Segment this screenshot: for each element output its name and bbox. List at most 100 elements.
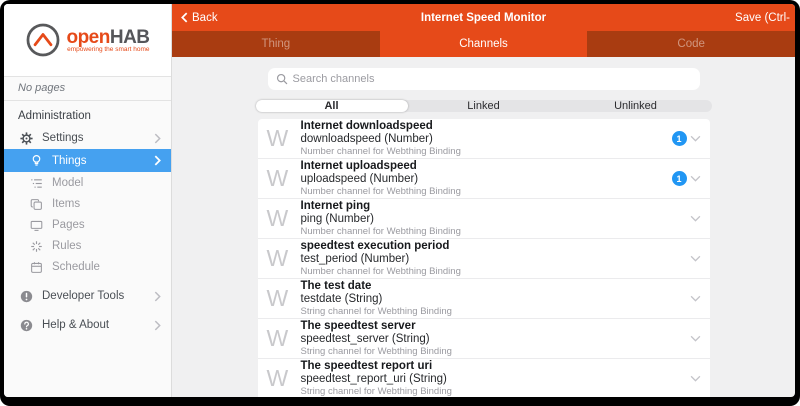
sidebar-item-things[interactable]: Things (4, 149, 171, 172)
channel-text: The speedtest report uri speedtest_repor… (301, 360, 690, 397)
save-button[interactable]: Save (Ctrl- (735, 12, 790, 24)
channel-title: The speedtest report uri (301, 360, 690, 373)
search-icon (276, 73, 288, 85)
channel-row-ping[interactable]: W Internet ping ping (Number) Number cha… (258, 199, 710, 239)
channel-description: String channel for Webthing Binding (301, 386, 690, 397)
sidebar-item-label: Things (52, 155, 87, 167)
channel-id: testdate (String) (301, 293, 690, 306)
tab-code[interactable]: Code (587, 31, 795, 57)
administration-section-label: Administration (4, 101, 171, 127)
chevron-down-icon (690, 295, 701, 302)
chevron-down-icon (690, 215, 701, 222)
page-title: Internet Speed Monitor (172, 12, 795, 24)
brand-hab: HAB (110, 28, 150, 48)
sidebar-menu: Settings Things (4, 127, 171, 336)
channel-text: Internet ping ping (Number) Number chann… (301, 200, 690, 237)
tab-bar: Thing Channels Code (172, 31, 795, 57)
logo-area: openHAB empowering the smart home (4, 4, 171, 76)
no-pages-label: No pages (4, 76, 171, 101)
channel-id: speedtest_server (String) (301, 333, 690, 346)
channel-id: uploadspeed (Number) (301, 173, 672, 186)
channel-text: speedtest execution period test_period (… (301, 240, 690, 277)
sidebar-item-label: Pages (52, 219, 85, 231)
binding-letter-icon: W (267, 327, 294, 350)
chevron-down-icon (690, 335, 701, 342)
filter-unlinked[interactable]: Unlinked (560, 100, 712, 112)
channel-row-test-period[interactable]: W speedtest execution period test_period… (258, 239, 710, 279)
filter-all[interactable]: All (256, 100, 408, 112)
sidebar: openHAB empowering the smart home No pag… (4, 4, 172, 397)
channel-title: Internet downloadspeed (301, 120, 672, 133)
sidebar-item-settings[interactable]: Settings (4, 128, 171, 148)
back-label: Back (192, 12, 218, 24)
chevron-right-icon (154, 291, 161, 302)
channel-description: String channel for Webthing Binding (301, 346, 690, 357)
sidebar-item-developer-tools[interactable]: Developer Tools (4, 286, 171, 306)
openhab-logo: openHAB empowering the smart home (25, 22, 149, 58)
linked-count-badge: 1 (672, 171, 687, 186)
channel-row-uploadspeed[interactable]: W Internet uploadspeed uploadspeed (Numb… (258, 159, 710, 199)
sidebar-item-label: Developer Tools (42, 290, 124, 302)
channel-title: Internet uploadspeed (301, 160, 672, 173)
channel-list: W Internet downloadspeed downloadspeed (… (258, 119, 710, 397)
sidebar-item-label: Settings (42, 132, 84, 144)
sidebar-item-label: Model (52, 177, 83, 189)
sidebar-item-pages[interactable]: Pages (4, 215, 171, 235)
sidebar-item-label: Help & About (42, 319, 109, 331)
brand-text: openHAB empowering the smart home (66, 28, 149, 53)
chevron-right-icon (154, 320, 161, 331)
sidebar-item-label: Schedule (52, 261, 100, 273)
channel-id: speedtest_report_uri (String) (301, 373, 690, 386)
channels-content: All Linked Unlinked W Internet downloads… (172, 57, 795, 397)
tab-thing[interactable]: Thing (172, 31, 380, 57)
channel-description: Number channel for Webthing Binding (301, 226, 690, 237)
top-navbar: Back Internet Speed Monitor Save (Ctrl- (172, 4, 795, 31)
search-bar (268, 68, 700, 90)
channel-row-testdate[interactable]: W The test date testdate (String) String… (258, 279, 710, 319)
search-input[interactable] (293, 73, 692, 85)
channel-description: Number channel for Webthing Binding (301, 186, 672, 197)
channel-description: Number channel for Webthing Binding (301, 146, 672, 157)
sparkle-icon (29, 240, 43, 253)
filter-segmented-control: All Linked Unlinked (256, 100, 712, 112)
sidebar-item-rules[interactable]: Rules (4, 236, 171, 256)
channel-id: ping (Number) (301, 213, 690, 226)
main-panel: Back Internet Speed Monitor Save (Ctrl- … (172, 4, 795, 397)
filter-linked[interactable]: Linked (408, 100, 560, 112)
copy-squares-icon (29, 198, 43, 211)
channel-title: speedtest execution period (301, 240, 690, 253)
sidebar-item-label: Items (52, 198, 80, 210)
gear-icon (19, 132, 33, 145)
openhab-app: openHAB empowering the smart home No pag… (4, 4, 795, 397)
channel-title: Internet ping (301, 200, 690, 213)
sidebar-item-schedule[interactable]: Schedule (4, 257, 171, 277)
binding-letter-icon: W (267, 167, 294, 190)
back-button[interactable]: Back (181, 12, 218, 24)
channel-text: The test date testdate (String) String c… (301, 280, 690, 317)
brand-tagline: empowering the smart home (66, 46, 149, 53)
chevron-down-icon (690, 135, 701, 142)
channel-row-speedtest-report-uri[interactable]: W The speedtest report uri speedtest_rep… (258, 359, 710, 397)
lightbulb-icon (29, 154, 43, 167)
sidebar-item-help-about[interactable]: Help & About (4, 315, 171, 335)
chevron-down-icon (690, 255, 701, 262)
tab-channels[interactable]: Channels (380, 31, 588, 57)
monitor-icon (29, 219, 43, 232)
channel-text: Internet downloadspeed downloadspeed (Nu… (301, 120, 672, 157)
channel-row-speedtest-server[interactable]: W The speedtest server speedtest_server … (258, 319, 710, 359)
window-frame: openHAB empowering the smart home No pag… (0, 0, 800, 406)
channel-id: test_period (Number) (301, 253, 690, 266)
question-circle-icon (19, 319, 33, 332)
exclamation-circle-icon (19, 290, 33, 303)
channel-description: Number channel for Webthing Binding (301, 266, 690, 277)
openhab-logo-icon (25, 22, 61, 58)
binding-letter-icon: W (267, 367, 294, 390)
chevron-right-icon (154, 155, 161, 166)
chevron-right-icon (154, 133, 161, 144)
binding-letter-icon: W (267, 207, 294, 230)
channel-text: The speedtest server speedtest_server (S… (301, 320, 690, 357)
binding-letter-icon: W (267, 287, 294, 310)
sidebar-item-items[interactable]: Items (4, 194, 171, 214)
sidebar-item-model[interactable]: Model (4, 173, 171, 193)
channel-row-downloadspeed[interactable]: W Internet downloadspeed downloadspeed (… (258, 119, 710, 159)
